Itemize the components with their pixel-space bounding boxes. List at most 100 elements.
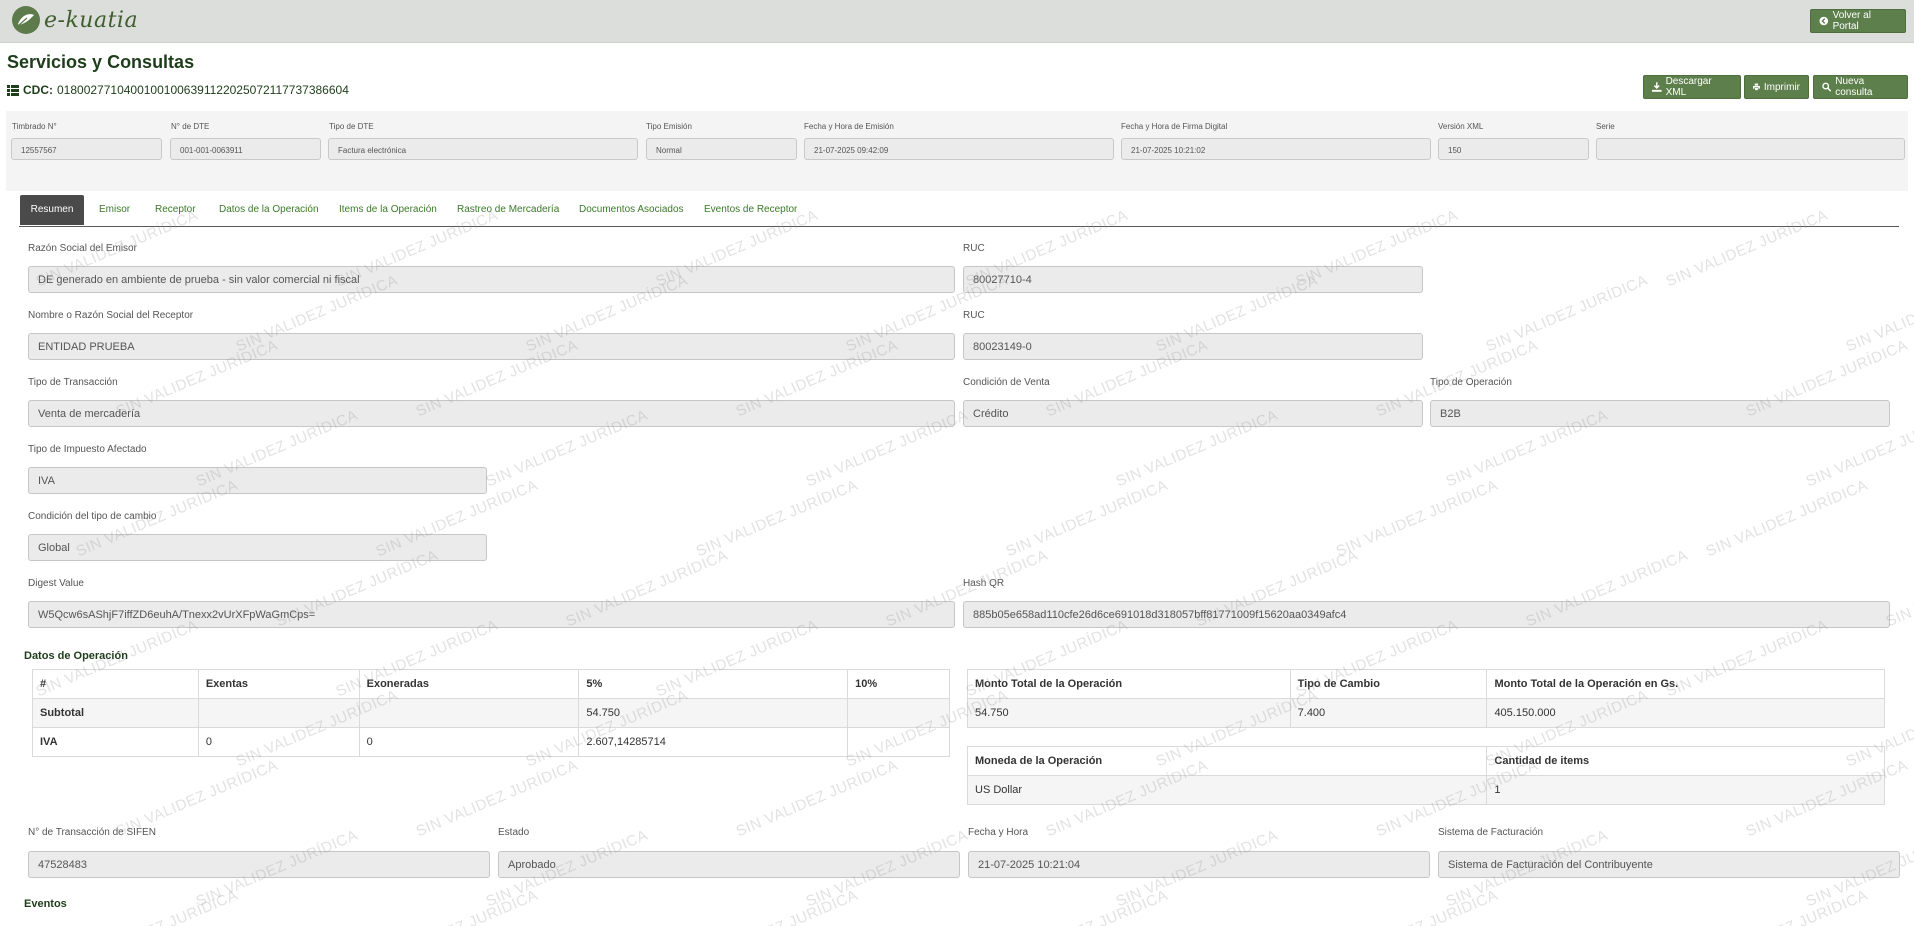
emisor-ruc-label: RUC — [963, 243, 985, 254]
transaction-type-field[interactable]: Venta de mercadería — [28, 400, 955, 427]
cdc-line: CDC: 01800277104001001006391122025072117… — [7, 83, 349, 97]
tab-emisor[interactable]: Emisor — [99, 195, 130, 225]
signature-date-label: Fecha y Hora de Firma Digital — [1121, 122, 1228, 131]
download-icon — [1652, 82, 1662, 92]
table-header-row: Monto Total de la Operación Tipo de Camb… — [967, 669, 1885, 699]
totals-table: Monto Total de la Operación Tipo de Camb… — [967, 669, 1885, 728]
billing-system-field[interactable]: Sistema de Facturación del Contribuyente — [1438, 851, 1900, 878]
table-row: Subtotal 54.750 — [32, 698, 950, 728]
tab-receptor[interactable]: Receptor — [155, 195, 196, 225]
receptor-name-label: Nombre o Razón Social del Receptor — [28, 310, 194, 321]
download-xml-label: Descargar XML — [1665, 76, 1712, 98]
back-to-portal-button[interactable]: Volver al Portal — [1810, 9, 1906, 33]
watermark-text: SIN VALIDEZ JURÍDICA — [413, 756, 581, 841]
search-icon — [1822, 82, 1832, 92]
tab-resumen[interactable]: Resumen — [20, 195, 84, 225]
watermark-text: SIN VALIDEZ JURÍDICA — [1003, 476, 1171, 561]
table-header-row: # Exentas Exoneradas 5% 10% — [32, 669, 950, 699]
top-navbar: e-kuatia Volver al Portal — [0, 0, 1914, 43]
column-header: Tipo de Cambio — [1289, 669, 1488, 699]
hash-qr-label: Hash QR — [963, 578, 1005, 589]
cdc-label: CDC: — [23, 83, 53, 97]
watermark-text: SIN VALIDEZ JURÍDICA — [1703, 476, 1871, 561]
digest-value-field[interactable]: W5Qcw6sAShjF7iffZD6euhA/Tnexx2vUrXFpWaGm… — [28, 601, 955, 628]
print-icon — [1753, 83, 1760, 91]
brand-name: e-kuatia — [44, 7, 139, 33]
leaf-icon — [12, 6, 40, 34]
watermark-text: SIN VALIDEZ JURÍDICA — [74, 887, 241, 926]
sifen-transaction-label: N° de Transacción de SIFEN — [28, 827, 156, 838]
hash-qr-field[interactable]: 885b05e658ad110cfe26d6ce691018d318057bff… — [963, 601, 1890, 628]
receptor-ruc-field[interactable]: 80023149-0 — [963, 333, 1423, 360]
tab-datos-operacion[interactable]: Datos de la Operación — [219, 195, 319, 225]
tab-eventos-receptor[interactable]: Eventos de Receptor — [704, 195, 797, 225]
tab-rastreo-mercaderia[interactable]: Rastreo de Mercadería — [457, 195, 559, 225]
table-cell — [847, 698, 950, 728]
status-label: Estado — [498, 827, 530, 838]
table-cell: 7.400 — [1289, 698, 1488, 728]
dte-type-field[interactable]: Factura electrónica — [328, 138, 638, 160]
xml-version-field[interactable]: 150 — [1438, 138, 1589, 160]
tax-type-field[interactable]: IVA — [28, 467, 487, 494]
table-cell: 0 — [197, 727, 360, 757]
dte-number-field[interactable]: 001-001-0063911 — [170, 138, 321, 160]
tab-items-operacion[interactable]: Items de la Operación — [339, 195, 437, 225]
xml-version-label: Versión XML — [1438, 122, 1484, 131]
page-title: Servicios y Consultas — [7, 52, 195, 72]
column-header: Moneda de la Operación — [966, 746, 1488, 776]
print-button[interactable]: Imprimir — [1744, 75, 1809, 99]
datetime-label: Fecha y Hora — [968, 827, 1029, 838]
serie-label: Serie — [1596, 122, 1615, 131]
table-cell: US Dollar — [966, 775, 1488, 805]
table-cell — [197, 698, 360, 728]
table-cell — [358, 698, 580, 728]
new-query-button[interactable]: Nueva consulta — [1813, 75, 1908, 99]
watermark-text: SIN VALIDEZ JURÍDICA — [1004, 887, 1171, 926]
watermark-text: SIN VALIDEZ JURÍDICA — [694, 887, 861, 926]
column-header: Cantidad de items — [1486, 746, 1885, 776]
watermark-text: SIN VALIDEZ JURÍDICA — [693, 476, 861, 561]
sale-condition-field[interactable]: Crédito — [963, 400, 1423, 427]
sale-condition-label: Condición de Venta — [963, 377, 1050, 388]
exchange-condition-field[interactable]: Global — [28, 534, 487, 561]
status-field[interactable]: Aprobado — [498, 851, 960, 878]
tax-type-label: Tipo de Impuesto Afectado — [28, 444, 147, 455]
operation-type-field[interactable]: B2B — [1430, 400, 1890, 427]
table-cell: 0 — [358, 727, 580, 757]
emisor-name-label: Razón Social del Emisor — [28, 243, 137, 254]
table-row: US Dollar 1 — [966, 775, 1885, 805]
emisor-ruc-field[interactable]: 80027710-4 — [963, 266, 1423, 293]
watermark-text: SIN VALIDEZ JURÍDICA — [1843, 272, 1914, 356]
column-header: 5% — [578, 669, 849, 699]
column-header: Monto Total de la Operación — [967, 669, 1291, 699]
emisor-name-field[interactable]: DE generado en ambiente de prueba - sin … — [28, 266, 955, 293]
events-title: Eventos — [24, 898, 67, 910]
download-xml-button[interactable]: Descargar XML — [1643, 75, 1741, 99]
emission-type-label: Tipo Emisión — [646, 122, 692, 131]
datetime-field[interactable]: 21-07-2025 10:21:04 — [968, 851, 1430, 878]
timbrado-field[interactable]: 12557567 — [11, 138, 162, 160]
emission-type-field[interactable]: Normal — [646, 138, 797, 160]
column-header: Exentas — [197, 669, 360, 699]
signature-date-field[interactable]: 21-07-2025 10:21:02 — [1121, 138, 1431, 160]
table-row: 54.750 7.400 405.150.000 — [967, 698, 1885, 728]
tab-documentos-asociados[interactable]: Documentos Asociados — [579, 195, 684, 225]
sifen-transaction-field[interactable]: 47528483 — [28, 851, 490, 878]
dte-type-label: Tipo de DTE — [329, 122, 374, 131]
column-header: Exoneradas — [358, 669, 580, 699]
watermark-text: SIN VALIDEZ JURÍDICA — [733, 756, 901, 841]
digest-value-label: Digest Value — [28, 578, 84, 589]
dte-number-label: N° de DTE — [171, 122, 210, 131]
timbrado-label: Timbrado N° — [12, 122, 57, 131]
serie-field[interactable] — [1596, 138, 1905, 160]
exchange-condition-label: Condición del tipo de cambio — [28, 511, 157, 522]
emission-date-field[interactable]: 21-07-2025 09:42:09 — [804, 138, 1114, 160]
row-header: IVA — [32, 727, 199, 757]
cdc-value: 0180027710400100100639112202507211773738… — [57, 83, 349, 97]
table-cell — [847, 727, 950, 757]
transaction-type-label: Tipo de Transacción — [28, 377, 118, 388]
print-label: Imprimir — [1763, 81, 1800, 93]
watermark-text: SIN VALIDEZ JURÍDICA — [1483, 271, 1651, 356]
receptor-name-field[interactable]: ENTIDAD PRUEBA — [28, 333, 955, 360]
brand-logo[interactable]: e-kuatia — [12, 6, 138, 34]
